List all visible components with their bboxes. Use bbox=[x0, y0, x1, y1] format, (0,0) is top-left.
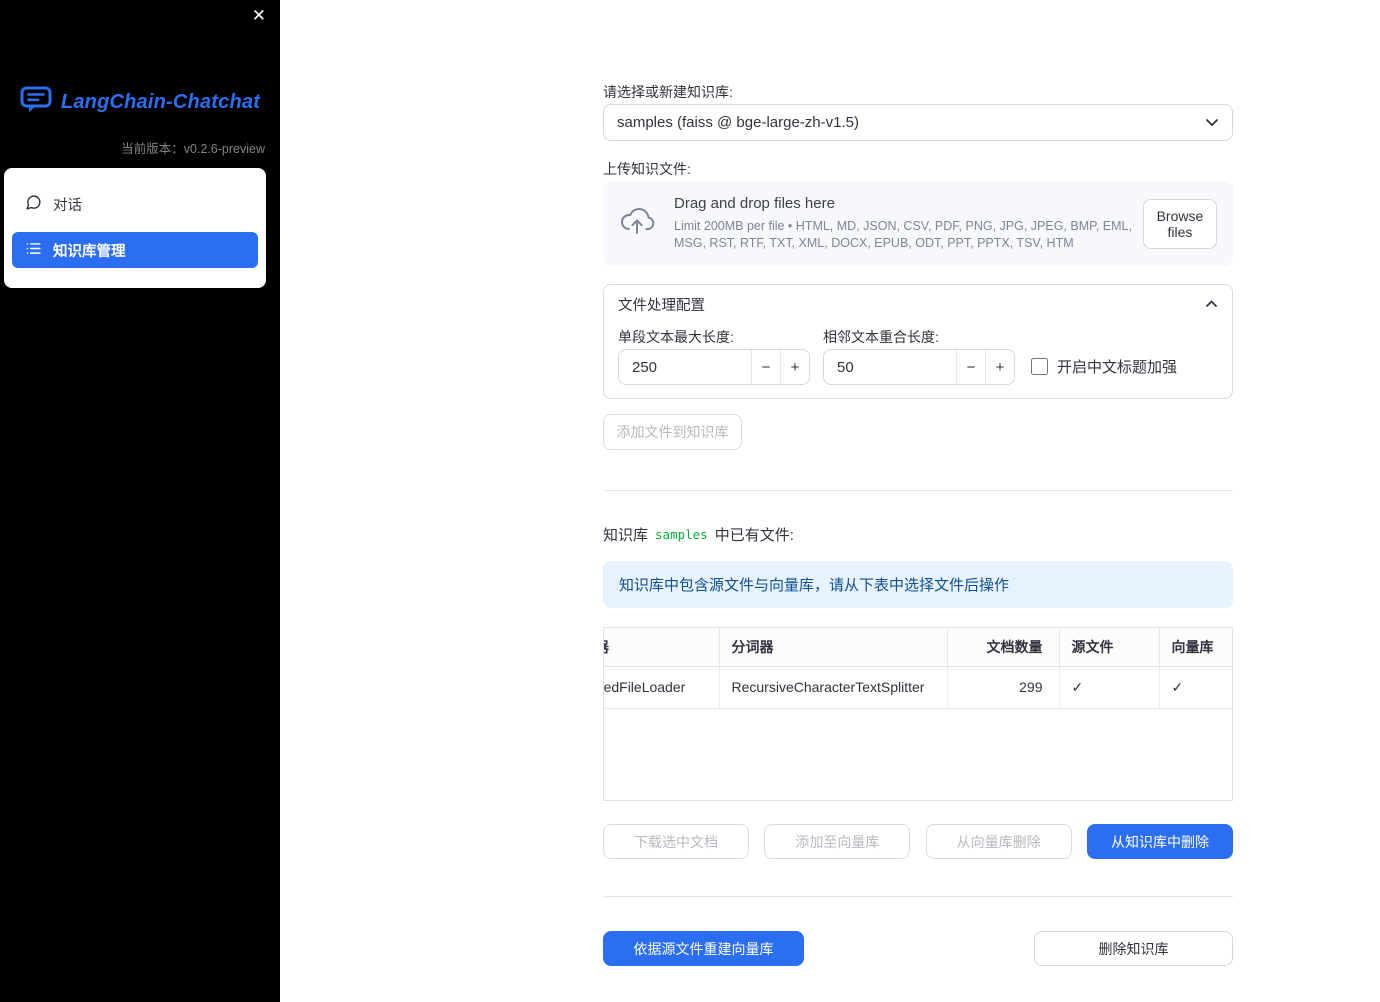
dropzone-text: Drag and drop files here Limit 200MB per… bbox=[674, 195, 1143, 252]
rebuild-vector-button[interactable]: 依据源文件重建向量库 bbox=[603, 931, 804, 966]
overlap-input[interactable] bbox=[824, 350, 956, 384]
list-icon bbox=[25, 240, 42, 261]
table-row[interactable]: UnstructuredFileLoader RecursiveCharacte… bbox=[604, 666, 1232, 709]
version-text: 当前版本：v0.2.6-preview bbox=[121, 142, 265, 156]
column-header: 向量库 bbox=[1159, 628, 1232, 667]
delete-from-kb-button[interactable]: 从知识库中删除 bbox=[1086, 824, 1233, 859]
increment-button[interactable]: + bbox=[985, 350, 1014, 384]
table-action-buttons: 下载选中文档 添加至向量库 从向量库删除 从知识库中删除 bbox=[603, 824, 1233, 859]
max-len-label: 单段文本最大长度: bbox=[618, 329, 734, 345]
column-header: 分词器 bbox=[719, 628, 948, 667]
chat-bubble-icon bbox=[25, 194, 42, 215]
sidebar: ✕ LangChain-Chatchat 当前版本：v0.2.6-preview bbox=[0, 0, 280, 1002]
column-header: 文档数量 bbox=[947, 628, 1060, 667]
table-header-row: 文档加载器 分词器 文档数量 源文件 向量库 bbox=[604, 628, 1232, 667]
logo-chat-icon bbox=[20, 86, 52, 118]
sidebar-item-chat[interactable]: 对话 bbox=[12, 186, 258, 222]
files-table: 文档加载器 分词器 文档数量 源文件 向量库 UnstructuredFileL… bbox=[603, 627, 1233, 801]
delete-from-vector-button[interactable]: 从向量库删除 bbox=[925, 824, 1072, 859]
increment-button[interactable]: + bbox=[780, 350, 809, 384]
divider bbox=[603, 896, 1233, 897]
column-header: 源文件 bbox=[1059, 628, 1160, 667]
decrement-button[interactable]: − bbox=[956, 350, 985, 384]
add-files-button[interactable]: 添加文件到知识库 bbox=[603, 414, 742, 450]
cell-doc-count: 299 bbox=[947, 666, 1060, 709]
upload-label: 上传知识文件: bbox=[603, 161, 691, 177]
app-window: ✕ LangChain-Chatchat 当前版本：v0.2.6-preview bbox=[0, 0, 1380, 1002]
download-selected-button[interactable]: 下载选中文档 bbox=[603, 824, 749, 859]
zh-title-enhance-checkbox-group: 开启中文标题加强 bbox=[1031, 356, 1177, 377]
kb-files-prefix: 知识库 bbox=[603, 527, 649, 544]
kb-select[interactable]: samples (faiss @ bge-large-zh-v1.5) bbox=[603, 104, 1233, 141]
cell-loader: UnstructuredFileLoader bbox=[604, 666, 720, 709]
file-config-expander: 文件处理配置 单段文本最大长度: 相邻文本重合长度: − + − + 开启中文标… bbox=[603, 284, 1233, 399]
kb-files-suffix: 中已有文件: bbox=[714, 527, 794, 544]
checkbox-label: 开启中文标题加强 bbox=[1057, 359, 1178, 376]
close-sidebar-icon[interactable]: ✕ bbox=[252, 7, 266, 24]
sidebar-item-label: 对话 bbox=[53, 197, 82, 214]
cell-source-check: ✓ bbox=[1059, 666, 1160, 709]
max-len-input[interactable] bbox=[619, 350, 751, 384]
kb-select-value: samples (faiss @ bge-large-zh-v1.5) bbox=[617, 114, 859, 131]
logo-text: LangChain-Chatchat bbox=[60, 90, 261, 113]
kb-name-code: samples bbox=[655, 527, 708, 542]
dropzone-subtitle: Limit 200MB per file • HTML, MD, JSON, C… bbox=[674, 219, 1132, 250]
main-content: 请选择或新建知识库: samples (faiss @ bge-large-zh… bbox=[603, 0, 1233, 1002]
expander-header[interactable]: 文件处理配置 bbox=[604, 285, 1232, 323]
add-to-vector-button[interactable]: 添加至向量库 bbox=[764, 824, 911, 859]
browse-files-button[interactable]: Browse files bbox=[1142, 198, 1217, 249]
kb-files-line: 知识库 samples 中已有文件: bbox=[603, 524, 794, 545]
column-header: 文档加载器 bbox=[604, 628, 720, 667]
kb-select-label: 请选择或新建知识库: bbox=[603, 84, 733, 100]
cloud-upload-icon bbox=[619, 207, 655, 240]
overlap-stepper: − + bbox=[823, 349, 1015, 385]
chevron-down-icon bbox=[1205, 114, 1219, 131]
decrement-button[interactable]: − bbox=[751, 350, 780, 384]
sidebar-menu: 对话 知识库管理 bbox=[4, 168, 266, 288]
sidebar-item-label: 知识库管理 bbox=[53, 243, 126, 260]
overlap-label: 相邻文本重合长度: bbox=[823, 329, 939, 345]
cell-vector-check: ✓ bbox=[1159, 666, 1232, 709]
file-dropzone[interactable]: Drag and drop files here Limit 200MB per… bbox=[603, 181, 1233, 266]
delete-kb-button[interactable]: 删除知识库 bbox=[1034, 931, 1233, 966]
chevron-up-icon bbox=[1205, 296, 1218, 312]
zh-title-enhance-checkbox[interactable] bbox=[1031, 358, 1048, 375]
max-len-stepper: − + bbox=[618, 349, 810, 385]
cell-splitter: RecursiveCharacterTextSplitter bbox=[719, 666, 948, 709]
divider bbox=[603, 490, 1233, 491]
dropzone-title: Drag and drop files here bbox=[674, 195, 835, 213]
app-logo: LangChain-Chatchat bbox=[0, 86, 280, 118]
sidebar-item-kb-management[interactable]: 知识库管理 bbox=[12, 232, 258, 268]
expander-title: 文件处理配置 bbox=[618, 297, 705, 314]
info-banner: 知识库中包含源文件与向量库，请从下表中选择文件后操作 bbox=[603, 561, 1233, 608]
